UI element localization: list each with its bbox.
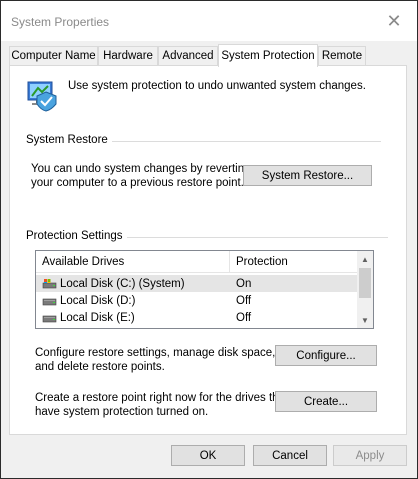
drives-list-scrollbar[interactable]: ▲ ▼ xyxy=(357,251,373,328)
create-description-line1: Create a restore point right now for the… xyxy=(35,392,289,404)
system-restore-label: System Restore xyxy=(26,134,112,146)
create-description-line2: have system protection turned on. xyxy=(35,406,209,418)
system-drive-icon xyxy=(42,279,57,289)
tab-label: Advanced xyxy=(162,50,214,62)
intro-text: Use system protection to undo unwanted s… xyxy=(68,80,366,92)
tab-advanced[interactable]: Advanced xyxy=(158,46,218,65)
chevron-up-icon: ▲ xyxy=(361,254,369,264)
drive-protection-status: Off xyxy=(236,294,252,307)
scroll-up-button[interactable]: ▲ xyxy=(357,251,373,267)
button-label: Create... xyxy=(303,395,349,408)
drive-row-e[interactable]: Local Disk (E:) Off xyxy=(36,309,358,326)
title-bar[interactable]: System Properties ✕ xyxy=(1,1,417,41)
tab-label: Computer Name xyxy=(11,50,96,62)
cancel-button[interactable]: Cancel xyxy=(253,445,327,466)
button-label: Configure... xyxy=(296,349,356,362)
column-header-available-drives[interactable]: Available Drives xyxy=(36,251,230,273)
system-restore-description-line2: your computer to a previous restore poin… xyxy=(31,177,244,189)
drives-list[interactable]: Available Drives Protection Local Disk (… xyxy=(35,250,374,329)
window-title: System Properties xyxy=(11,15,110,29)
apply-button[interactable]: Apply xyxy=(333,445,407,466)
close-button[interactable]: ✕ xyxy=(371,1,417,41)
button-label: Cancel xyxy=(272,449,308,462)
scroll-thumb[interactable] xyxy=(359,268,371,298)
configure-button[interactable]: Configure... xyxy=(275,345,377,366)
create-button[interactable]: Create... xyxy=(275,391,377,412)
column-header-label: Protection xyxy=(236,256,288,268)
column-header-protection[interactable]: Protection xyxy=(230,251,358,273)
drive-protection-status: On xyxy=(236,277,252,290)
chevron-down-icon: ▼ xyxy=(361,315,369,325)
drive-name: Local Disk (E:) xyxy=(60,311,135,324)
drives-list-header: Available Drives Protection xyxy=(36,251,358,273)
close-icon: ✕ xyxy=(386,10,402,31)
drive-row-d[interactable]: Local Disk (D:) Off xyxy=(36,292,358,309)
protection-settings-label: Protection Settings xyxy=(26,230,127,242)
system-restore-button[interactable]: System Restore... xyxy=(243,165,372,186)
system-properties-window: System Properties ✕ Computer Name Hardwa… xyxy=(0,0,418,479)
button-label: System Restore... xyxy=(261,169,354,182)
drive-name: Local Disk (C:) (System) xyxy=(60,277,185,290)
tab-label: Hardware xyxy=(103,50,153,62)
tab-label: Remote xyxy=(321,50,363,62)
system-protection-icon xyxy=(27,81,57,112)
drive-row-c[interactable]: Local Disk (C:) (System) On xyxy=(36,275,358,292)
ok-button[interactable]: OK xyxy=(171,445,245,466)
drive-name: Local Disk (D:) xyxy=(60,294,136,307)
tab-strip: Computer Name Hardware Advanced System P… xyxy=(9,44,409,67)
tab-remote[interactable]: Remote xyxy=(318,46,366,65)
drive-icon xyxy=(42,315,57,323)
scroll-down-button[interactable]: ▼ xyxy=(357,312,373,328)
tab-computer-name[interactable]: Computer Name xyxy=(9,46,98,65)
button-label: OK xyxy=(199,449,217,462)
system-restore-description-line1: You can undo system changes by reverting xyxy=(31,163,251,175)
drive-protection-status: Off xyxy=(236,311,252,324)
configure-description-line1: Configure restore settings, manage disk … xyxy=(35,347,276,359)
system-protection-panel: Use system protection to undo unwanted s… xyxy=(9,65,407,435)
column-header-label: Available Drives xyxy=(42,256,125,268)
tab-label: System Protection xyxy=(221,50,315,62)
tab-hardware[interactable]: Hardware xyxy=(98,46,158,65)
tab-system-protection[interactable]: System Protection xyxy=(218,44,318,67)
drive-icon xyxy=(42,298,57,306)
configure-description-line2: and delete restore points. xyxy=(35,361,165,373)
button-label: Apply xyxy=(355,449,385,462)
